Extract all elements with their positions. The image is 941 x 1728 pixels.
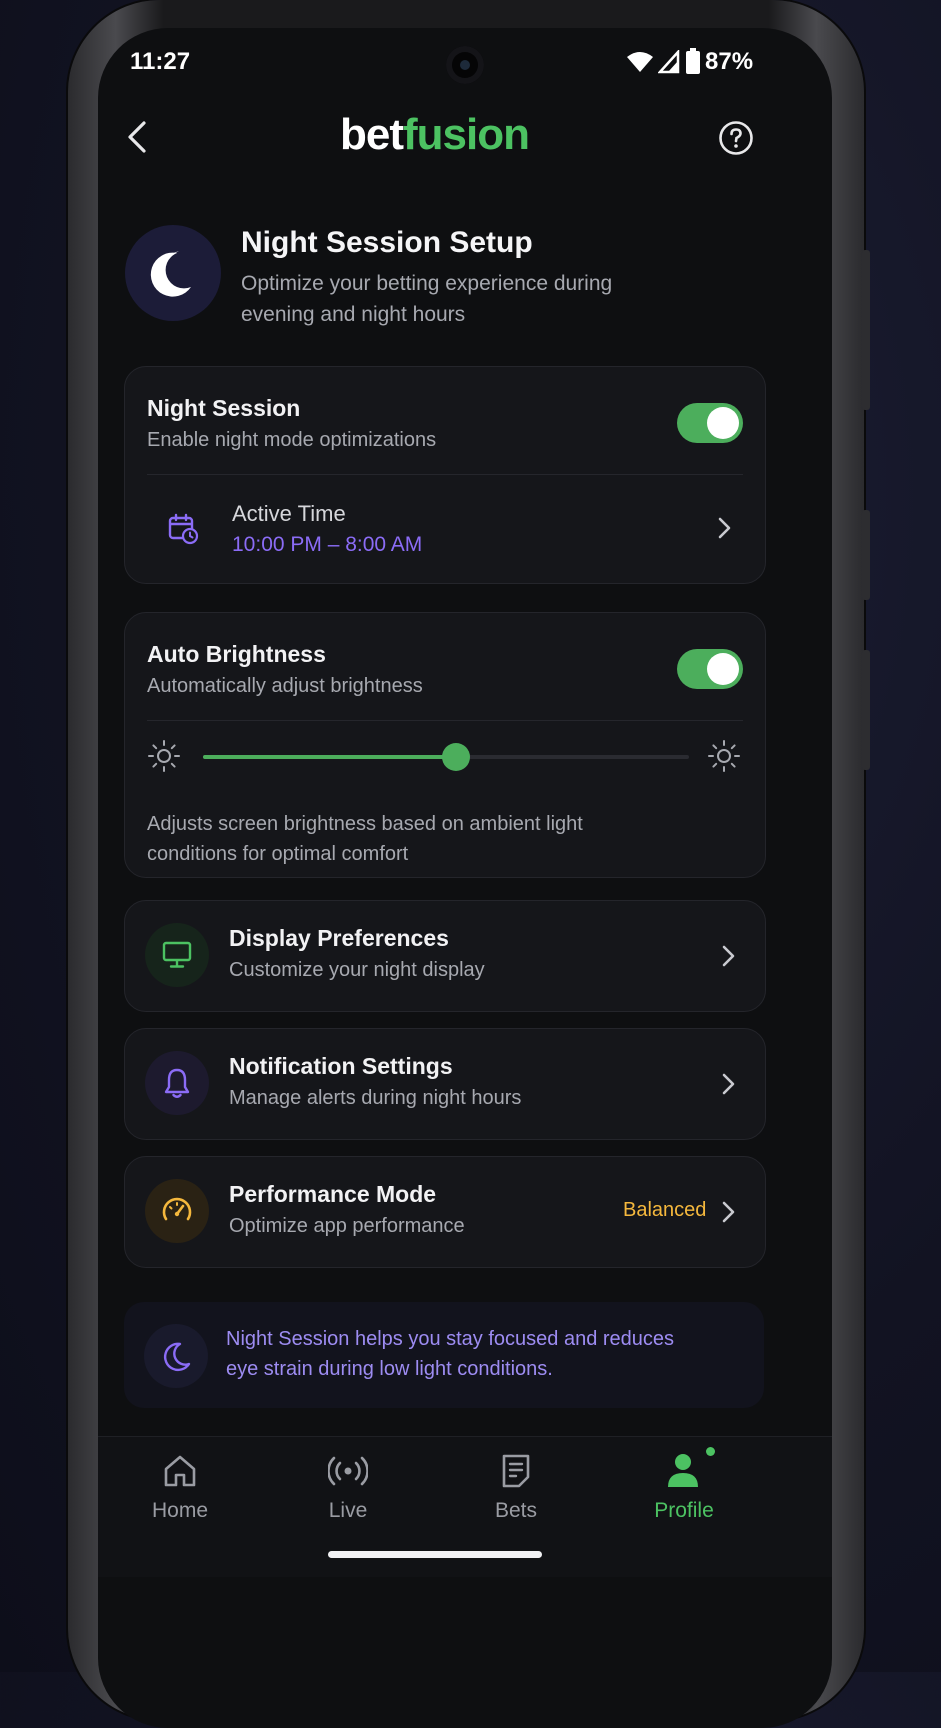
volume-button xyxy=(862,250,870,410)
nav-bets-label: Bets xyxy=(494,1499,538,1522)
performance-mode-subtitle: Optimize app performance xyxy=(229,1215,465,1237)
battery-percent: 87% xyxy=(705,48,754,75)
toggle-knob xyxy=(707,653,739,685)
help-icon[interactable] xyxy=(718,120,754,156)
side-button xyxy=(862,650,870,770)
moon-outline-icon xyxy=(163,1342,191,1372)
page-subtitle-line1: Optimize your betting experience during xyxy=(241,272,613,295)
moon-icon xyxy=(150,251,191,297)
brightness-description-line2: conditions for optimal comfort xyxy=(147,843,409,865)
page-subtitle: Optimize your betting experience during … xyxy=(241,268,612,330)
auto-brightness-title: Auto Brightness xyxy=(147,641,326,667)
auto-brightness-card: Auto Brightness Automatically adjust bri… xyxy=(124,612,766,878)
active-time-value: 10:00 PM – 8:00 AM xyxy=(232,533,423,556)
app-screen: 11:27 87% betfusion Night Session Setup … xyxy=(98,28,832,1728)
display-preferences-title: Display Preferences xyxy=(229,925,449,951)
brand-logo: betfusion xyxy=(340,110,530,160)
signal-icon xyxy=(658,50,680,74)
info-text: Night Session helps you stay focused and… xyxy=(226,1324,674,1384)
night-session-card: Night Session Enable night mode optimiza… xyxy=(124,366,766,584)
calendar-clock-icon xyxy=(168,513,199,545)
info-text-line1: Night Session helps you stay focused and… xyxy=(226,1328,675,1350)
brand-logo-fusion: fusion xyxy=(403,110,530,159)
nav-profile-label: Profile xyxy=(654,1499,714,1522)
brightness-slider-thumb[interactable] xyxy=(441,743,470,771)
back-arrow-icon[interactable] xyxy=(124,120,154,154)
performance-icon-badge xyxy=(145,1179,209,1243)
front-camera xyxy=(446,46,484,84)
broadcast-icon xyxy=(328,1456,368,1486)
chevron-right-icon xyxy=(722,1073,735,1095)
notification-settings-title: Notification Settings xyxy=(229,1053,453,1079)
nav-live[interactable]: Live xyxy=(288,1437,408,1547)
brightness-slider[interactable] xyxy=(203,743,689,771)
auto-brightness-toggle[interactable] xyxy=(677,649,743,689)
page-subtitle-line2: evening and night hours xyxy=(241,303,466,326)
bell-icon xyxy=(164,1068,190,1098)
profile-icon xyxy=(668,1454,698,1487)
performance-mode-value: Balanced xyxy=(623,1199,707,1221)
brightness-slider-fill xyxy=(203,755,456,759)
brightness-high-icon xyxy=(708,740,740,772)
performance-mode-item[interactable]: Performance Mode Optimize app performanc… xyxy=(124,1156,766,1268)
profile-notification-dot xyxy=(706,1447,715,1456)
nav-home[interactable]: Home xyxy=(120,1437,240,1547)
chevron-right-icon xyxy=(722,1201,735,1223)
performance-mode-title: Performance Mode xyxy=(229,1181,437,1207)
display-icon-badge xyxy=(145,923,209,987)
brightness-description-line1: Adjusts screen brightness based on ambie… xyxy=(147,813,583,835)
notification-settings-item[interactable]: Notification Settings Manage alerts duri… xyxy=(124,1028,766,1140)
active-time-row[interactable]: Active Time 10:00 PM – 8:00 AM xyxy=(125,475,765,583)
nav-live-label: Live xyxy=(328,1499,368,1522)
auto-brightness-subtitle: Automatically adjust brightness xyxy=(147,675,423,697)
wifi-icon xyxy=(627,52,653,72)
bet-slip-icon xyxy=(502,1454,530,1488)
display-preferences-item[interactable]: Display Preferences Customize your night… xyxy=(124,900,766,1012)
home-indicator[interactable] xyxy=(328,1551,542,1558)
power-button xyxy=(862,510,870,600)
battery-icon xyxy=(686,48,700,74)
brightness-description: Adjusts screen brightness based on ambie… xyxy=(147,809,583,869)
toggle-knob xyxy=(707,407,739,439)
info-icon-badge xyxy=(144,1324,208,1388)
night-session-subtitle: Enable night mode optimizations xyxy=(147,429,437,451)
page-title: Night Session Setup xyxy=(241,226,533,259)
divider xyxy=(147,720,743,721)
speedometer-icon xyxy=(162,1197,192,1221)
moon-avatar xyxy=(125,225,221,321)
notification-settings-subtitle: Manage alerts during night hours xyxy=(229,1087,522,1109)
nav-home-label: Home xyxy=(151,1499,209,1522)
bottom-nav: Home Live Bets Profile xyxy=(98,1437,832,1577)
monitor-icon xyxy=(162,941,192,968)
nav-bets[interactable]: Bets xyxy=(456,1437,576,1547)
active-time-label: Active Time xyxy=(232,501,346,526)
brand-logo-bet: bet xyxy=(340,110,404,159)
status-time: 11:27 xyxy=(130,48,191,75)
info-banner: Night Session helps you stay focused and… xyxy=(124,1302,764,1408)
display-preferences-subtitle: Customize your night display xyxy=(229,959,485,981)
notification-icon-badge xyxy=(145,1051,209,1115)
home-icon xyxy=(164,1455,196,1487)
night-session-toggle[interactable] xyxy=(677,403,743,443)
chevron-right-icon xyxy=(722,945,735,967)
chevron-right-icon xyxy=(718,517,731,539)
brightness-low-icon xyxy=(148,740,180,772)
night-session-title: Night Session xyxy=(147,395,301,421)
nav-profile[interactable]: Profile xyxy=(624,1437,744,1547)
info-text-line2: eye strain during low light conditions. xyxy=(226,1358,553,1380)
